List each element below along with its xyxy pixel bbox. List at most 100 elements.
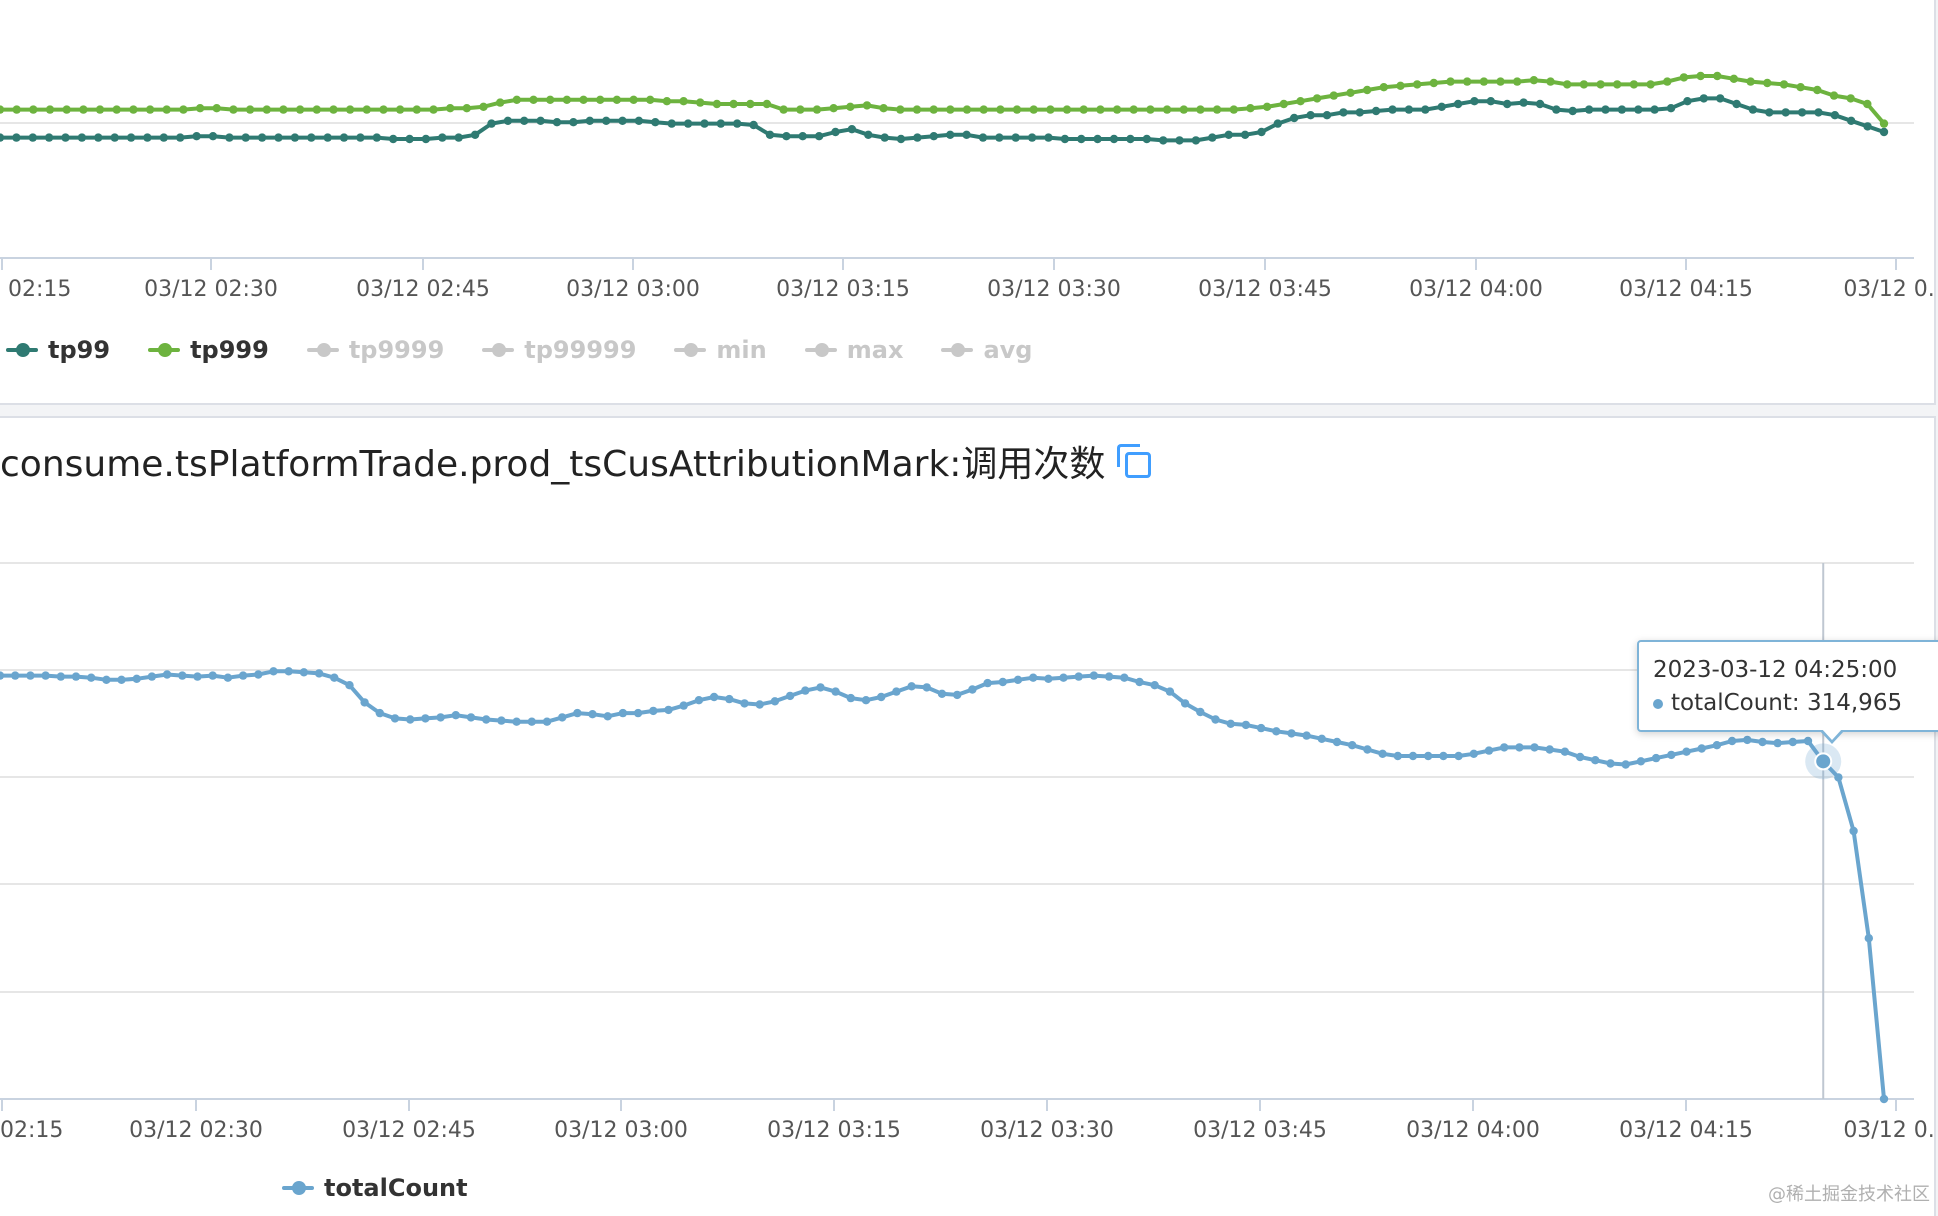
data-point — [847, 125, 857, 134]
data-point — [694, 696, 704, 705]
data-point — [360, 698, 369, 707]
bottom-chart-panel: 02:15 03/12 02:30 03/12 02:45 03/12 03:00 03… — [0, 416, 1936, 1216]
data-point — [896, 134, 906, 144]
data-point — [1312, 94, 1322, 103]
data-point — [929, 132, 938, 141]
x-tick-label: 03/12 02:30 — [144, 277, 278, 302]
legend-item-tp99[interactable]: tp99 — [6, 336, 110, 364]
data-point — [749, 120, 758, 130]
data-point — [1044, 133, 1053, 142]
data-point — [877, 692, 886, 702]
data-point — [323, 133, 332, 142]
data-point — [1496, 77, 1505, 86]
data-point — [1165, 687, 1175, 696]
data-point — [1273, 119, 1283, 128]
data-point — [733, 119, 742, 128]
legend-item-tp9999[interactable]: tp9999 — [306, 336, 444, 364]
data-point — [1109, 134, 1119, 144]
data-point — [1696, 71, 1705, 81]
data-point — [998, 677, 1007, 687]
data-point — [1629, 80, 1639, 89]
x-tick-label: 02:15 — [0, 1118, 63, 1143]
data-point — [1788, 737, 1798, 747]
data-point — [1346, 88, 1355, 98]
x-tick-label: 03/12 03:45 — [1198, 277, 1332, 302]
data-point — [588, 710, 597, 719]
data-point — [579, 95, 588, 105]
data-point — [1846, 94, 1855, 103]
data-point — [1379, 83, 1389, 92]
data-point — [1013, 675, 1023, 684]
legend-label: max — [846, 336, 904, 364]
data-point — [503, 116, 513, 126]
data-point — [633, 708, 643, 718]
data-point — [279, 105, 288, 114]
data-point — [1296, 97, 1305, 106]
data-point — [1378, 749, 1387, 758]
data-point — [225, 133, 234, 142]
data-point — [1241, 720, 1251, 730]
copy-icon[interactable] — [1117, 444, 1152, 478]
data-point — [782, 132, 791, 141]
data-point — [1363, 85, 1372, 95]
legend-item-max[interactable]: max — [804, 336, 904, 364]
legend-swatch — [148, 343, 181, 357]
data-point — [1089, 671, 1099, 680]
data-point — [1046, 105, 1055, 114]
legend-item-min[interactable]: min — [674, 336, 767, 364]
data-point — [11, 671, 20, 680]
data-point — [1591, 756, 1600, 765]
legend-item-totalCount[interactable]: totalCount — [282, 1174, 468, 1202]
data-point — [798, 132, 807, 141]
data-point — [345, 105, 355, 114]
data-point — [41, 671, 50, 680]
x-tick-label: 03/12 04:00 — [1406, 1118, 1540, 1143]
data-point — [1663, 77, 1672, 86]
data-point — [1044, 674, 1053, 683]
data-point — [662, 97, 672, 106]
data-point — [1240, 130, 1250, 139]
data-point — [223, 673, 233, 682]
data-point — [1348, 741, 1357, 750]
data-point — [1529, 76, 1539, 85]
data-point — [1146, 105, 1155, 114]
call-count-line-chart[interactable]: 02:15 03/12 02:30 03/12 02:45 03/12 03:00 03… — [0, 418, 1934, 1216]
data-point — [87, 673, 96, 682]
data-point — [1646, 80, 1655, 89]
data-point — [1486, 97, 1496, 106]
data-point — [145, 105, 155, 114]
data-point — [1651, 753, 1661, 763]
data-point — [0, 133, 5, 142]
data-point — [1847, 116, 1856, 126]
data-point — [470, 130, 480, 139]
data-point — [1613, 80, 1622, 89]
data-point — [552, 118, 562, 127]
data-point — [1500, 743, 1509, 752]
data-point — [649, 706, 658, 716]
data-point — [1530, 743, 1539, 752]
data-point — [1863, 122, 1872, 131]
data-point — [112, 105, 121, 114]
data-point — [330, 673, 339, 682]
data-point — [454, 133, 463, 142]
data-point — [1484, 746, 1494, 755]
data-point — [45, 105, 55, 114]
data-point — [269, 667, 278, 676]
legend-item-tp999[interactable]: tp999 — [148, 336, 269, 364]
data-point — [880, 133, 889, 142]
data-point — [212, 104, 221, 113]
data-point — [1256, 723, 1266, 733]
data-point — [117, 675, 126, 684]
legend-item-tp99999[interactable]: tp99999 — [482, 336, 636, 364]
data-point — [1196, 105, 1205, 114]
data-point — [712, 99, 722, 109]
data-point — [1568, 106, 1577, 116]
data-point — [1765, 108, 1774, 117]
legend-item-avg[interactable]: avg — [941, 336, 1032, 364]
data-point — [262, 105, 271, 114]
data-point — [147, 672, 157, 681]
data-point — [1535, 99, 1545, 109]
data-point — [208, 671, 217, 680]
data-point — [178, 671, 187, 680]
data-point — [520, 116, 529, 126]
